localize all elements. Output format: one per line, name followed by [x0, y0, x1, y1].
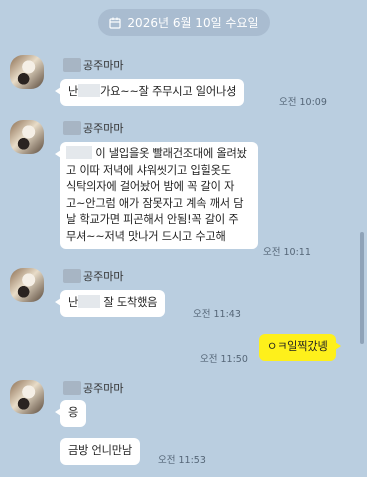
message-time: 오전 10:11 [263, 247, 311, 258]
redacted-block [63, 121, 81, 135]
message-bubble[interactable]: 금방 언니만남 [60, 438, 140, 465]
redacted-block [63, 58, 81, 72]
redacted-block [63, 269, 81, 283]
sender-name: 공주마마 [63, 57, 123, 73]
sender-name: 공주마마 [63, 120, 123, 136]
message-time: 오전 11:43 [193, 309, 241, 320]
message-bubble[interactable]: 응 [54, 400, 87, 427]
calendar-icon [109, 17, 122, 29]
sender-name: 공주마마 [63, 380, 123, 396]
message-time: 오전 11:53 [158, 455, 206, 466]
redacted-block [78, 84, 101, 97]
sender-avatar[interactable] [10, 268, 44, 302]
message-time: 오전 11:50 [200, 354, 248, 365]
redacted-block [63, 381, 81, 395]
sender-avatar[interactable] [10, 55, 44, 89]
sender-avatar[interactable] [10, 120, 44, 154]
scrollbar[interactable] [360, 232, 364, 344]
message-bubble[interactable]: 난 가요~~잘 주무시고 일어나셩 [54, 79, 245, 106]
message-bubble[interactable]: 이 낼입을옷 빨래건조대에 올려놨 고 이따 저녁에 샤워씻기고 입힐옷도 식탁… [55, 142, 258, 249]
message-bubble[interactable]: 난 잘 도착했음 [54, 290, 166, 317]
my-message-bubble[interactable]: ㅇㅋ일찍갔녱 [259, 334, 341, 361]
date-divider-text: 2026년 6월 10일 수요일 [127, 16, 259, 30]
date-divider: 2026년 6월 10일 수요일 [98, 9, 270, 36]
sender-name: 공주마마 [63, 268, 123, 284]
sender-avatar[interactable] [10, 380, 44, 414]
redacted-block [66, 146, 92, 159]
message-time: 오전 10:09 [279, 97, 327, 108]
redacted-block [78, 295, 101, 308]
